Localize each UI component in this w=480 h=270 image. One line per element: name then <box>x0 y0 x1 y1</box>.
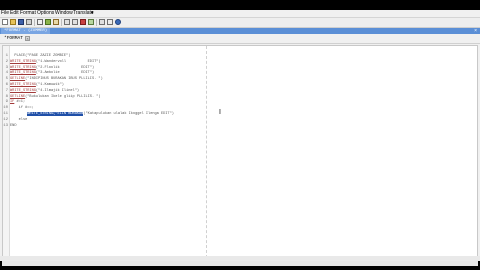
menu-overflow[interactable]: ▾ <box>91 10 94 17</box>
open-icon[interactable] <box>10 19 16 25</box>
code-keyword: WRITE_STRING <box>10 65 36 70</box>
code-text: ("1.Wandervoll EDIT") <box>35 59 101 64</box>
line-number: 4 <box>5 71 8 76</box>
replace-icon[interactable] <box>88 19 94 25</box>
margin-guide <box>206 46 207 258</box>
selected-text[interactable]: WRITE_STRING("ELIN BURAKAN <box>27 112 84 116</box>
code-line[interactable]: if #==; <box>10 106 34 111</box>
line-number: 12 <box>3 117 8 122</box>
close-document-icon[interactable]: × <box>25 36 30 41</box>
code-line[interactable]: WRITE_STRING("2.Floolik EDIT") <box>10 66 94 71</box>
cut-icon[interactable] <box>37 19 43 25</box>
code-line[interactable]: IF #=1; <box>10 100 25 105</box>
new-icon[interactable] <box>2 19 8 25</box>
code-line[interactable]: else <box>10 117 28 123</box>
menu-bar: File Edit Format Options Window Translat… <box>0 10 480 18</box>
toolbar-separator <box>34 19 35 26</box>
code-text: ("1.Kamuwik") <box>35 83 64 87</box>
find-icon[interactable] <box>80 19 86 25</box>
code-text: ("4.Ilmajik Ilinel") <box>35 88 80 93</box>
tab-format[interactable]: *FORMAT - (ZUMMER) <box>1 28 51 34</box>
code-line[interactable]: PLACE("PAGE ZAZIE ZOMBIE") <box>10 54 70 59</box>
menu-format[interactable]: Format <box>20 10 36 17</box>
toolbar-separator <box>96 19 97 26</box>
toolbar-separator <box>61 19 62 26</box>
menu-file[interactable]: File <box>1 10 9 17</box>
line-number: 2 <box>5 59 8 64</box>
code-text: #=1; <box>14 100 26 105</box>
screen: File Edit Format Options Window Translat… <box>0 0 480 270</box>
tab-strip: *FORMAT - (ZUMMER) × <box>0 28 480 34</box>
code-line[interactable]: WRITE_STRING("1.Wandervoll EDIT") <box>10 60 101 65</box>
code-line[interactable]: GETLINE("Bukulukan Ikele gliip PLLILIS. … <box>10 95 101 100</box>
code-text: ("INDIPINUS BURAKAN IBUS PLLILIS. ") <box>25 77 103 82</box>
code-text: PLACE("PAGE ZAZIE ZOMBIE") <box>14 54 71 58</box>
line-number: 9 <box>5 100 8 105</box>
status-bar <box>0 256 480 261</box>
undo-icon[interactable] <box>64 19 70 25</box>
code-text: END <box>10 123 17 128</box>
line-number: 10 <box>3 106 8 111</box>
code-line[interactable]: WRITE_STRING("3.Ambolie EDIT") <box>10 71 94 76</box>
save-icon[interactable] <box>18 19 24 25</box>
line-number: 1 <box>5 54 8 58</box>
code-keyword: WRITE_STRING <box>10 88 36 93</box>
code-text: ("Katapulukan ulalak Ikoggel Ilenga EDIT… <box>83 112 174 116</box>
document-name: *FORMAT <box>4 36 23 41</box>
code-keyword: WRITE_STRING <box>10 83 36 87</box>
code-text: ("2.Floolik EDIT") <box>35 65 95 70</box>
paste-icon[interactable] <box>53 19 59 25</box>
code-area[interactable]: PLACE("PAGE ZAZIE ZOMBIE") WRITE_STRING("… <box>10 46 206 258</box>
editor-window: File Edit Format Options Window Translat… <box>0 10 480 266</box>
copy-icon[interactable] <box>45 19 51 25</box>
code-line[interactable]: GETLINE("INDIPINUS BURAKAN IBUS PLLILIS.… <box>10 77 103 82</box>
code-text: else <box>10 117 28 122</box>
code-text: ("Bukulukan Ikele gliip PLLILIS. ") <box>25 94 101 99</box>
toolbar <box>0 18 480 28</box>
menu-edit[interactable]: Edit <box>10 10 19 17</box>
close-icon[interactable]: × <box>474 28 477 34</box>
code-keyword: WRITE_STRING <box>10 71 36 76</box>
line-number: 13 <box>3 123 8 128</box>
menu-window[interactable]: Window <box>55 10 73 17</box>
line-number: 7 <box>5 88 8 93</box>
code-text: if #==; <box>10 106 34 111</box>
code-text: ("3.Ambolie EDIT") <box>35 71 95 76</box>
code-line[interactable]: WRITE_STRING("4.Ilmajik Ilinel") <box>10 89 79 94</box>
print-icon[interactable] <box>26 19 32 25</box>
line-number: 11 <box>3 112 8 116</box>
help-icon[interactable] <box>115 19 121 25</box>
code-keyword: GETLINE <box>10 77 26 82</box>
code-line[interactable]: END <box>10 124 16 129</box>
line-number: 6 <box>5 83 8 87</box>
line-number-gutter: 1 2 3 4 5 6 7 8 9 10 11 12 13 <box>3 46 10 258</box>
text-cursor-icon: I <box>219 109 221 116</box>
line-number: 8 <box>5 94 8 99</box>
code-keyword: GETLINE <box>10 94 26 99</box>
code-line[interactable]: WRITE_STRING("ELIN BURAKAN("Katapulukan … <box>10 112 174 117</box>
code-editor[interactable]: 1 2 3 4 5 6 7 8 9 10 11 12 13 PLACE("PAGE ZAZIE ZOMB… <box>2 45 478 259</box>
translate-icon[interactable] <box>99 19 105 25</box>
menu-options[interactable]: Options <box>37 10 54 17</box>
line-number: 5 <box>5 77 8 82</box>
code-line[interactable]: WRITE_STRING("1.Kamuwik") <box>10 83 64 88</box>
settings-icon[interactable] <box>107 19 113 25</box>
line-number: 3 <box>5 65 8 70</box>
code-keyword: WRITE_STRING <box>10 59 36 64</box>
redo-icon[interactable] <box>72 19 78 25</box>
document-header: *FORMAT × <box>0 35 480 44</box>
